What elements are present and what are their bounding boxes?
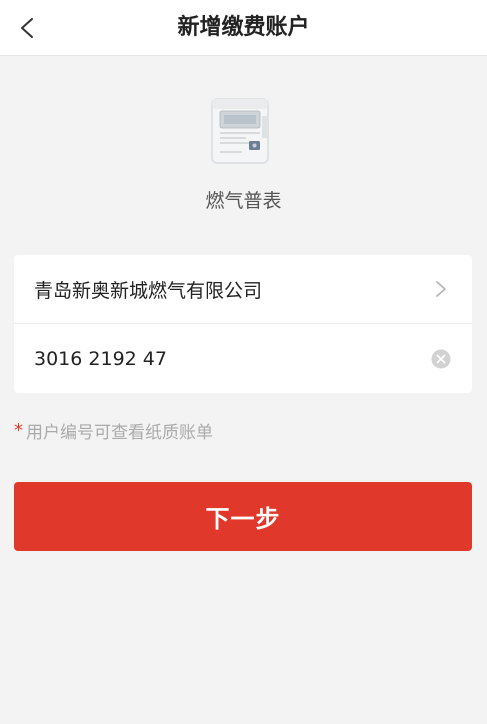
account-number-input[interactable] (34, 338, 422, 379)
required-star: * (14, 419, 23, 441)
page: 新增缴费账户 燃气普表 青岛新奥新城燃气有限公司 3016 2192 47 * … (0, 0, 487, 724)
next-step-button[interactable]: 下一步 (14, 482, 472, 551)
account-number-row (14, 324, 472, 393)
chevron-left-icon (21, 18, 33, 38)
meter-type-label: 燃气普表 (205, 190, 282, 212)
chevron-right-icon (422, 270, 460, 308)
account-form-card: 青岛新奥新城燃气有限公司 (14, 255, 472, 393)
gas-meter-icon (211, 98, 269, 164)
company-name: 青岛新奥新城燃气有限公司 (34, 279, 263, 302)
back-button[interactable] (0, 0, 56, 56)
hint-text: 用户编号可查看纸质账单 (26, 422, 213, 443)
clear-button[interactable] (422, 340, 460, 378)
company-selector[interactable]: 青岛新奥新城燃气有限公司 (14, 255, 472, 324)
header-bar: 新增缴费账户 (0, 0, 487, 56)
clear-circle-icon (431, 349, 451, 368)
account-hint: * 用户编号可查看纸质账单 (14, 418, 213, 443)
page-title: 新增缴费账户 (177, 15, 310, 40)
